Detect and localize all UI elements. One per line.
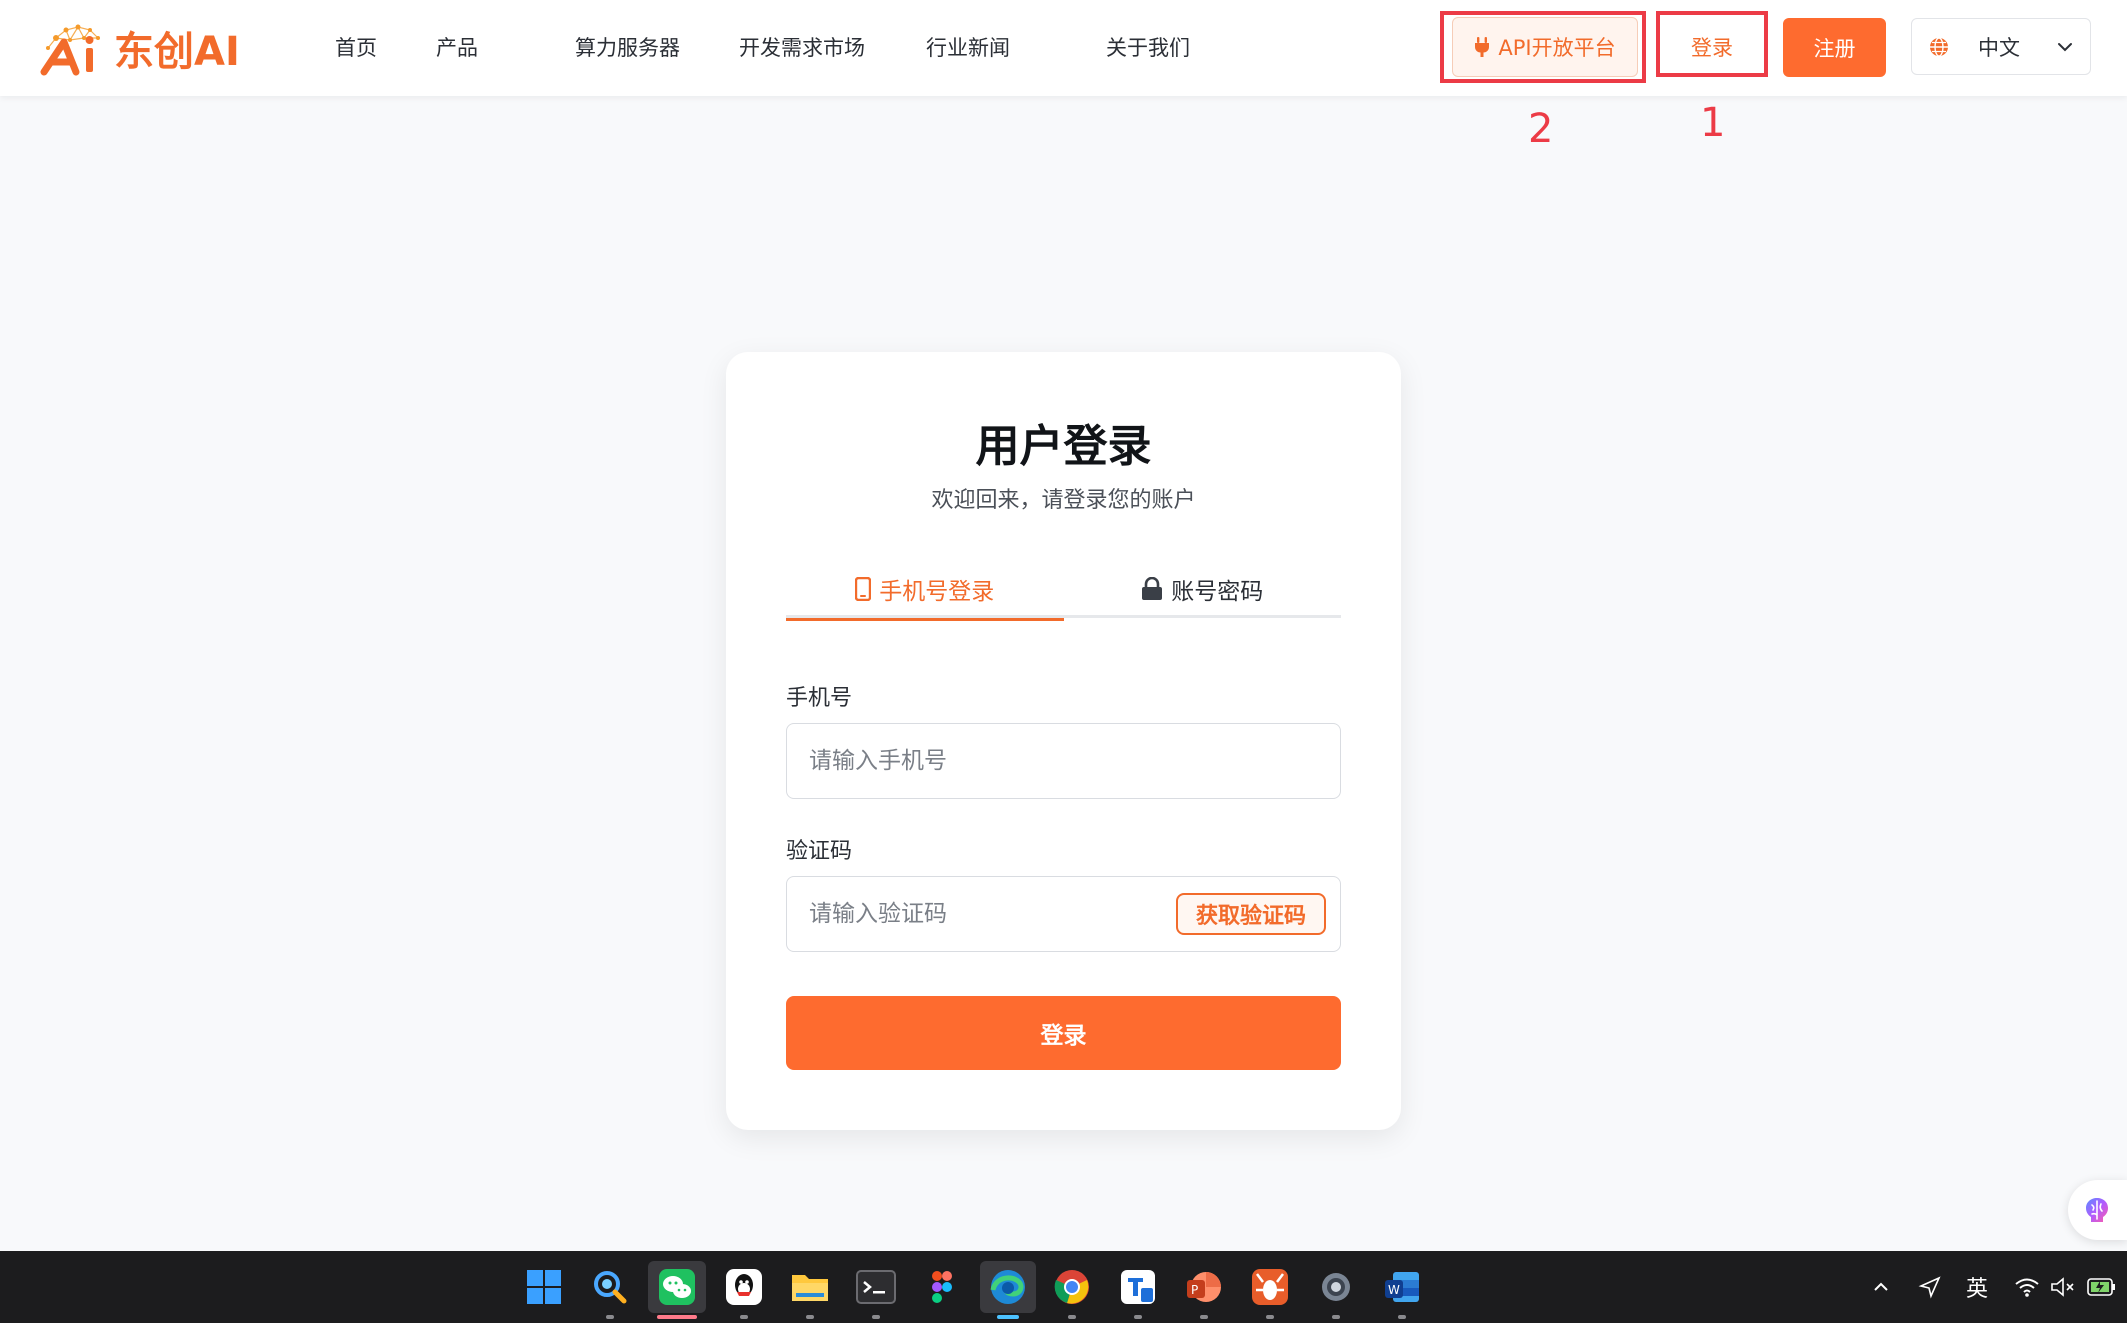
language-selected-value: 中文 [1978,35,2020,60]
register-button[interactable]: 注册 [1783,18,1886,77]
lobster-app-icon[interactable] [1244,1261,1296,1319]
battery-charging-icon[interactable] [2086,1275,2116,1299]
login-subtitle: 欢迎回来，请登录您的账户 [931,488,1196,513]
annotation-number-1: 1 [1700,100,1726,146]
ai-assistant-float-button[interactable] [2068,1180,2127,1240]
brand-logo[interactable]: 东创AI [36,18,240,78]
annotation-box-api-platform [1440,11,1646,83]
login-card: 用户登录 欢迎回来，请登录您的账户 手机号登录 账号密码 手机号 验证码 获取验… [726,352,1401,1130]
brand-name: 东创AI [114,29,240,75]
tab-phone-login-label: 手机号登录 [879,579,995,605]
svg-text:W: W [1388,1283,1400,1297]
input-method-indicator[interactable]: 英 [1966,1271,1988,1303]
settings-icon[interactable] [1310,1261,1362,1319]
location-arrow-icon[interactable] [1918,1275,1942,1299]
login-title: 用户登录 [975,421,1152,472]
nav-item-products[interactable]: 产品 [436,32,478,64]
nav-item-dev-market[interactable]: 开发需求市场 [739,32,865,64]
annotation-box-login [1656,11,1768,77]
brain-icon [2086,1198,2108,1222]
word-icon[interactable]: W [1376,1261,1428,1319]
annotation-number-2: 2 [1528,106,1554,152]
figma-icon[interactable] [916,1261,968,1313]
language-select[interactable]: 中文 [1911,18,2091,75]
remote-desktop-icon[interactable] [1112,1261,1164,1319]
nav-item-compute-servers[interactable]: 算力服务器 [575,32,680,64]
code-input-box: 获取验证码 [786,876,1341,952]
wechat-icon[interactable] [648,1261,706,1319]
nav-item-about-us[interactable]: 关于我们 [1106,32,1190,64]
wifi-icon[interactable] [2014,1276,2040,1298]
nav-item-industry-news[interactable]: 行业新闻 [926,32,1010,64]
tab-phone-login[interactable]: 手机号登录 [786,560,1064,621]
logo-mark-icon [40,24,100,76]
phone-input[interactable] [809,724,1318,798]
search-icon[interactable] [584,1261,636,1319]
system-tray: 英 [1870,1251,2116,1323]
phone-label: 手机号 [786,686,853,711]
login-method-tabs: 手机号登录 账号密码 [786,560,1342,621]
chevron-down-icon [2058,42,2072,51]
windows-taskbar: P W [0,1251,2127,1323]
get-verification-code-button[interactable]: 获取验证码 [1176,893,1326,935]
file-explorer-icon[interactable] [784,1261,836,1319]
phone-input-box [786,723,1341,799]
qq-icon[interactable] [718,1261,770,1319]
top-navbar: 东创AI 首页 产品 算力服务器 开发需求市场 行业新闻 关于我们 API开放平… [0,0,2127,96]
lock-icon [1142,577,1163,600]
edge-icon[interactable] [980,1261,1036,1319]
tab-password-login-label: 账号密码 [1171,579,1264,605]
tab-password-login[interactable]: 账号密码 [1064,560,1342,618]
powerpoint-icon[interactable]: P [1178,1261,1230,1319]
code-label: 验证码 [786,839,853,864]
speaker-muted-icon[interactable] [2050,1276,2076,1298]
terminal-icon[interactable] [850,1261,902,1319]
windows-start-icon[interactable] [518,1261,570,1313]
svg-text:P: P [1191,1283,1198,1297]
nav-item-home[interactable]: 首页 [335,32,377,64]
chrome-icon[interactable] [1046,1261,1098,1319]
globe-icon [1930,36,1948,57]
login-submit-button[interactable]: 登录 [786,996,1341,1070]
mobile-phone-icon [855,577,872,601]
chevron-up-icon[interactable] [1870,1276,1892,1298]
